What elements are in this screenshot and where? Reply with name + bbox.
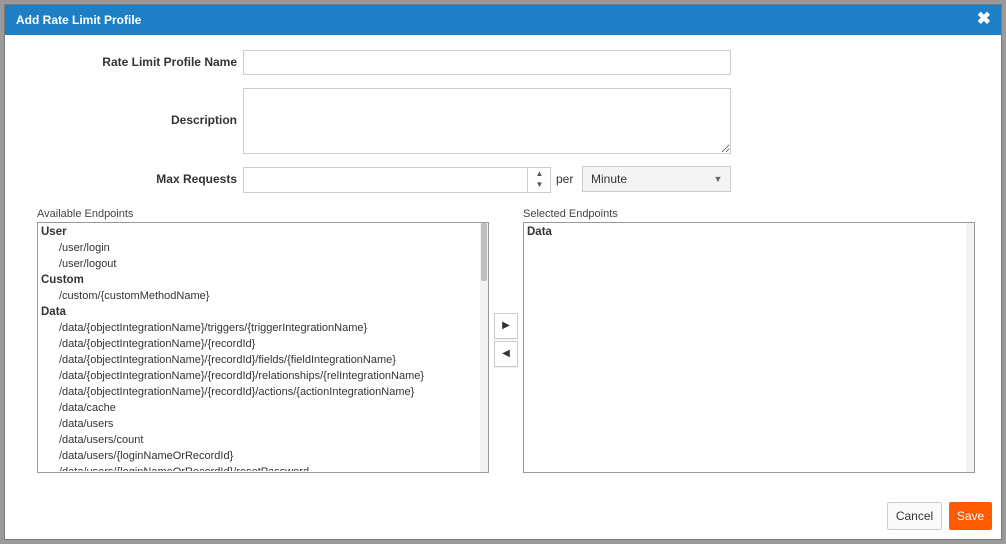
profile-name-label: Rate Limit Profile Name	[102, 55, 237, 69]
max-requests-label: Max Requests	[156, 172, 237, 186]
arrow-right-icon: ▶	[502, 320, 510, 331]
scrollbar-thumb[interactable]	[481, 223, 487, 281]
endpoint-list-item[interactable]: /data/users/count	[39, 432, 479, 448]
add-endpoint-button[interactable]: ▶	[494, 313, 518, 339]
arrow-left-icon: ◀	[502, 348, 510, 359]
endpoint-list-item[interactable]: /data/cache	[39, 400, 479, 416]
endpoint-list-item[interactable]: /data/{objectIntegrationName}/{recordId}	[39, 336, 479, 352]
endpoint-group-header[interactable]: Data	[525, 224, 965, 240]
endpoint-group-header[interactable]: Data	[39, 304, 479, 320]
available-endpoints-list[interactable]: User/user/login/user/logout Custom/custom…	[37, 222, 489, 473]
cancel-button[interactable]: Cancel	[887, 502, 942, 530]
dialog-title: Add Rate Limit Profile	[16, 13, 142, 27]
endpoint-list-item[interactable]: /data/users/{loginNameOrRecordId}	[39, 448, 479, 464]
period-select-value: Minute	[591, 172, 628, 186]
remove-endpoint-button[interactable]: ◀	[494, 341, 518, 367]
dialog-titlebar: Add Rate Limit Profile ✖	[5, 5, 1001, 35]
endpoint-list-item[interactable]: /data/{objectIntegrationName}/triggers/{…	[39, 320, 479, 336]
available-list-scrollbar[interactable]	[480, 223, 488, 472]
stepper-down-icon[interactable]: ▼	[528, 179, 551, 190]
selected-endpoints-list[interactable]: Data	[523, 222, 975, 473]
available-endpoints-label: Available Endpoints	[37, 208, 134, 220]
selected-endpoints-label: Selected Endpoints	[523, 208, 618, 220]
chevron-down-icon[interactable]: ▼	[706, 167, 730, 191]
period-select[interactable]: Minute ▼	[582, 166, 731, 192]
endpoint-list-item[interactable]: /custom/{customMethodName}	[39, 288, 479, 304]
description-textarea[interactable]	[243, 88, 731, 154]
endpoint-list-item[interactable]: /data/users/{loginNameOrRecordId}/resetP…	[39, 464, 479, 471]
endpoint-group-header[interactable]: Custom	[39, 272, 479, 288]
max-requests-stepper[interactable]: ▲ ▼	[527, 168, 551, 192]
add-rate-limit-profile-dialog: Add Rate Limit Profile ✖ Rate Limit Prof…	[4, 4, 1002, 540]
per-label: per	[556, 172, 574, 186]
endpoint-list-item[interactable]: /data/{objectIntegrationName}/{recordId}…	[39, 384, 479, 400]
save-button[interactable]: Save	[949, 502, 992, 530]
endpoint-list-item[interactable]: /user/logout	[39, 256, 479, 272]
max-requests-input[interactable]	[243, 167, 551, 193]
profile-name-input[interactable]	[243, 50, 731, 75]
selected-list-scrollbar[interactable]	[966, 223, 974, 472]
description-label: Description	[170, 113, 237, 127]
close-icon[interactable]: ✖	[977, 5, 991, 33]
endpoint-list-item[interactable]: /data/{objectIntegrationName}/{recordId}…	[39, 352, 479, 368]
endpoint-list-item[interactable]: /data/users	[39, 416, 479, 432]
endpoint-list-item[interactable]: /data/{objectIntegrationName}/{recordId}…	[39, 368, 479, 384]
stepper-up-icon[interactable]: ▲	[528, 168, 551, 179]
endpoint-list-item[interactable]: /user/login	[39, 240, 479, 256]
endpoint-group-header[interactable]: User	[39, 224, 479, 240]
